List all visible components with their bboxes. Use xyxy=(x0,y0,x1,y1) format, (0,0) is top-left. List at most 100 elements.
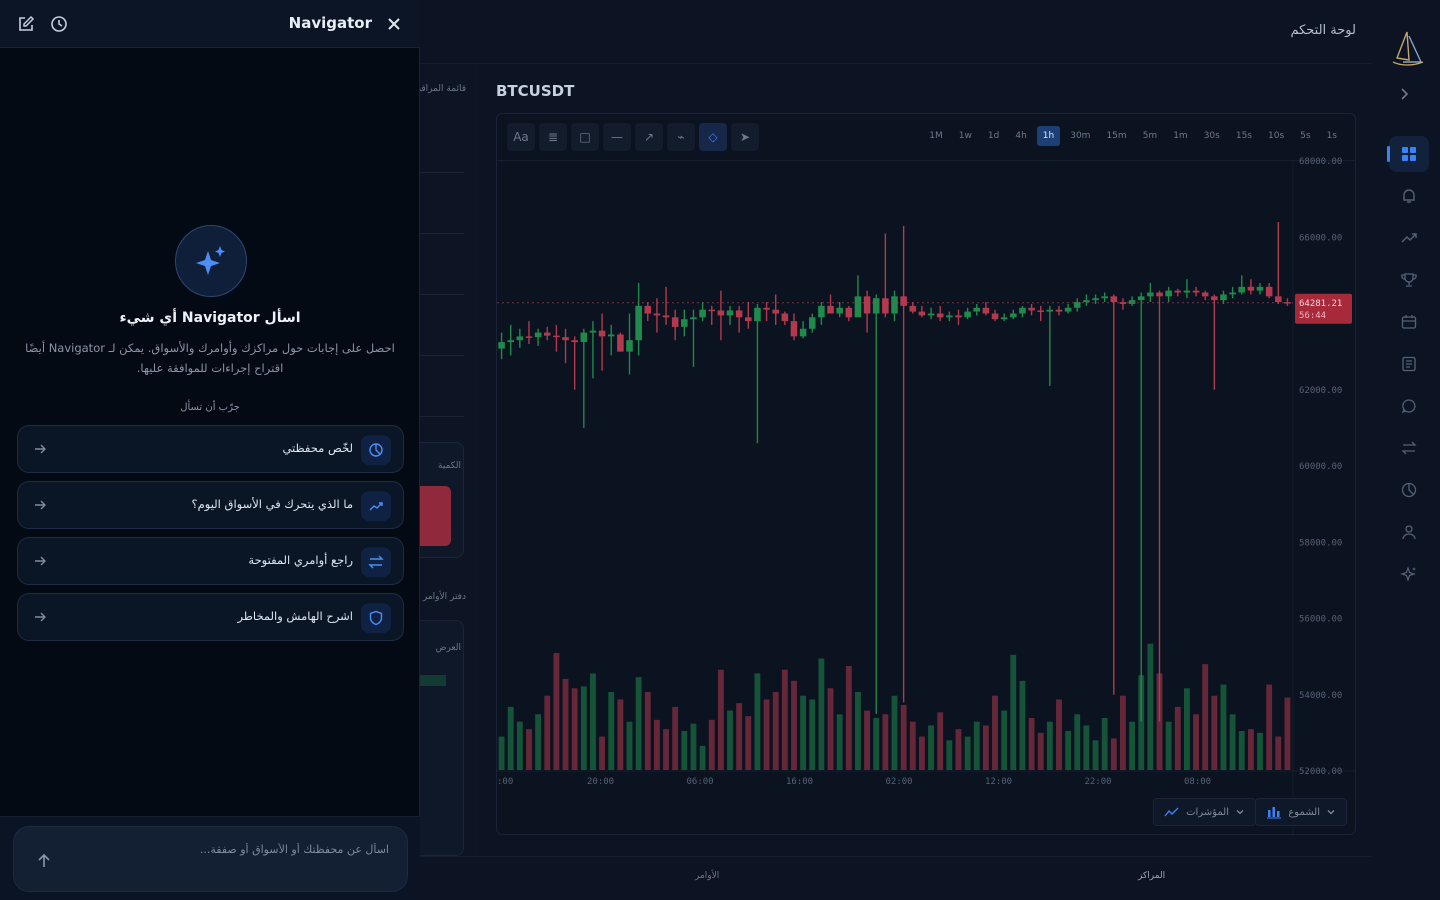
volume-bar xyxy=(763,699,770,770)
volume-bar xyxy=(1211,695,1218,770)
calendar-icon xyxy=(1401,315,1417,329)
x-tick-label: 02:00 xyxy=(886,777,913,787)
close-icon[interactable] xyxy=(384,14,404,34)
suggestion-label: راجع أوامري المفتوحة xyxy=(248,553,353,567)
nav-item-portfolio[interactable] xyxy=(1389,472,1429,508)
candle-body xyxy=(754,307,761,322)
volume-bar xyxy=(937,712,944,770)
suggestion-market-movers[interactable]: ما الذي يتحرك في الأسواق اليوم؟ xyxy=(17,481,404,529)
dashboard-icon xyxy=(1402,147,1416,161)
candle-body xyxy=(1229,292,1236,295)
candles-type-button[interactable]: الشموع xyxy=(1255,798,1347,826)
nav-item-account[interactable] xyxy=(1389,514,1429,550)
volume-bar xyxy=(900,705,907,770)
volume-bar xyxy=(1193,714,1199,770)
candle-body xyxy=(1083,300,1090,303)
price-chart[interactable]: 68000.0066000.0064000.0062000.0060000.00… xyxy=(497,114,1356,835)
send-arrow-icon[interactable] xyxy=(34,851,54,871)
suggestion-open-orders[interactable]: راجع أوامري المفتوحة xyxy=(17,537,404,585)
chat-input[interactable] xyxy=(64,839,391,859)
nav-item-competitions[interactable] xyxy=(1389,262,1429,298)
indicators-button[interactable]: المؤشرات xyxy=(1153,798,1256,826)
y-tick-label: 58000.00 xyxy=(1299,538,1342,548)
candle-body xyxy=(534,332,542,338)
chevron-right-icon[interactable] xyxy=(1394,84,1414,104)
chart-panel: BTCUSDT Aa ≣ □ — ↗ ⌁ ◇ ➤ 1M 1w 1d 4h 1h 30m 15m 5m 1m 30… xyxy=(478,64,1372,856)
volume-bar xyxy=(690,723,697,770)
new-chat-icon[interactable] xyxy=(16,14,36,34)
tab-positions[interactable]: المراكز xyxy=(1138,871,1165,881)
candle-body xyxy=(690,317,697,320)
candle-body xyxy=(644,305,652,314)
chevron-down-icon xyxy=(1327,810,1335,815)
volume-bar xyxy=(736,703,743,770)
logo-icon[interactable] xyxy=(1389,28,1425,68)
candle-body xyxy=(872,298,880,314)
candle-body xyxy=(1019,307,1026,314)
nav-item-dashboard[interactable] xyxy=(1387,136,1429,172)
candle-body xyxy=(580,332,588,343)
candle-body xyxy=(799,328,807,337)
candle-body xyxy=(598,330,606,337)
volume-bar xyxy=(1165,721,1172,770)
chart-container[interactable]: Aa ≣ □ — ↗ ⌁ ◇ ➤ 1M 1w 1d 4h 1h 30m 15m 5m 1m 30s 15s 10s 5… xyxy=(496,113,1356,835)
candle-body xyxy=(543,332,551,336)
history-icon[interactable] xyxy=(49,14,69,34)
volume-bar xyxy=(562,679,569,770)
volume-bar xyxy=(708,719,715,770)
volume-bar xyxy=(818,658,825,770)
candle-body xyxy=(1220,294,1227,301)
nav-item-navigator[interactable] xyxy=(1389,556,1429,592)
nav-item-markets[interactable] xyxy=(1389,220,1429,256)
watchlist-label: قائمة المراقبة xyxy=(413,84,466,94)
nav-item-alerts[interactable] xyxy=(1389,178,1429,214)
x-tick-label: 22:00 xyxy=(1085,777,1112,787)
suggestion-summarize-portfolio[interactable]: لخّص محفظتي xyxy=(17,425,404,473)
volume-bar xyxy=(1257,732,1263,770)
trending-icon xyxy=(369,502,383,511)
candle-body xyxy=(772,309,779,314)
candle-body xyxy=(1247,286,1255,291)
hero-title: اسأل Navigator أي شيء xyxy=(119,310,301,326)
nav-item-transfers[interactable] xyxy=(1389,430,1429,466)
arrow-right-icon xyxy=(35,556,46,566)
navigator-panel: Navigator اسأل Navigator أي شيء احصل على… xyxy=(0,0,420,900)
candle-body xyxy=(918,311,926,316)
candle-body xyxy=(955,315,962,318)
volume-bar xyxy=(1284,697,1291,770)
candle-body xyxy=(1238,286,1246,293)
volume-bar xyxy=(928,725,934,770)
volume-bar xyxy=(845,666,852,770)
right-sidebar xyxy=(1372,0,1440,900)
y-tick-label: 52000.00 xyxy=(1299,767,1342,777)
y-tick-label: 68000.00 xyxy=(1299,157,1342,167)
sell-button[interactable] xyxy=(420,486,451,546)
depth-bar xyxy=(420,675,446,686)
volume-bar xyxy=(946,740,953,770)
volume-bar xyxy=(955,729,962,770)
candle-body xyxy=(662,315,670,318)
arrow-right-icon xyxy=(35,444,46,454)
transfer-icon xyxy=(368,555,384,569)
x-tick-label: 16:00 xyxy=(786,777,813,787)
volume-bar xyxy=(553,653,560,770)
suggestion-icon xyxy=(361,435,391,465)
candle-body xyxy=(946,315,953,318)
volume-bar xyxy=(599,736,606,770)
suggestion-margin-risk[interactable]: اشرح الهامش والمخاطر xyxy=(17,593,404,641)
volume-bar xyxy=(1229,714,1236,770)
volume-bar xyxy=(836,714,843,770)
tab-orders[interactable]: الأوامر xyxy=(695,871,719,881)
x-tick-label: 20:00 xyxy=(587,777,614,787)
app-root: لوحة التحكم قائمة المراقبة الكمية دفتر ا… xyxy=(0,0,1440,900)
candle-body xyxy=(553,335,560,338)
nav-item-news[interactable] xyxy=(1389,346,1429,382)
nav-item-chat[interactable] xyxy=(1389,388,1429,424)
candle-body xyxy=(1174,290,1182,293)
divider xyxy=(420,416,464,417)
ask-label: العرض xyxy=(435,643,461,653)
candle-body xyxy=(745,317,752,322)
suggestion-icon xyxy=(361,491,391,521)
candle-body xyxy=(699,309,706,318)
nav-item-calendar[interactable] xyxy=(1389,304,1429,340)
